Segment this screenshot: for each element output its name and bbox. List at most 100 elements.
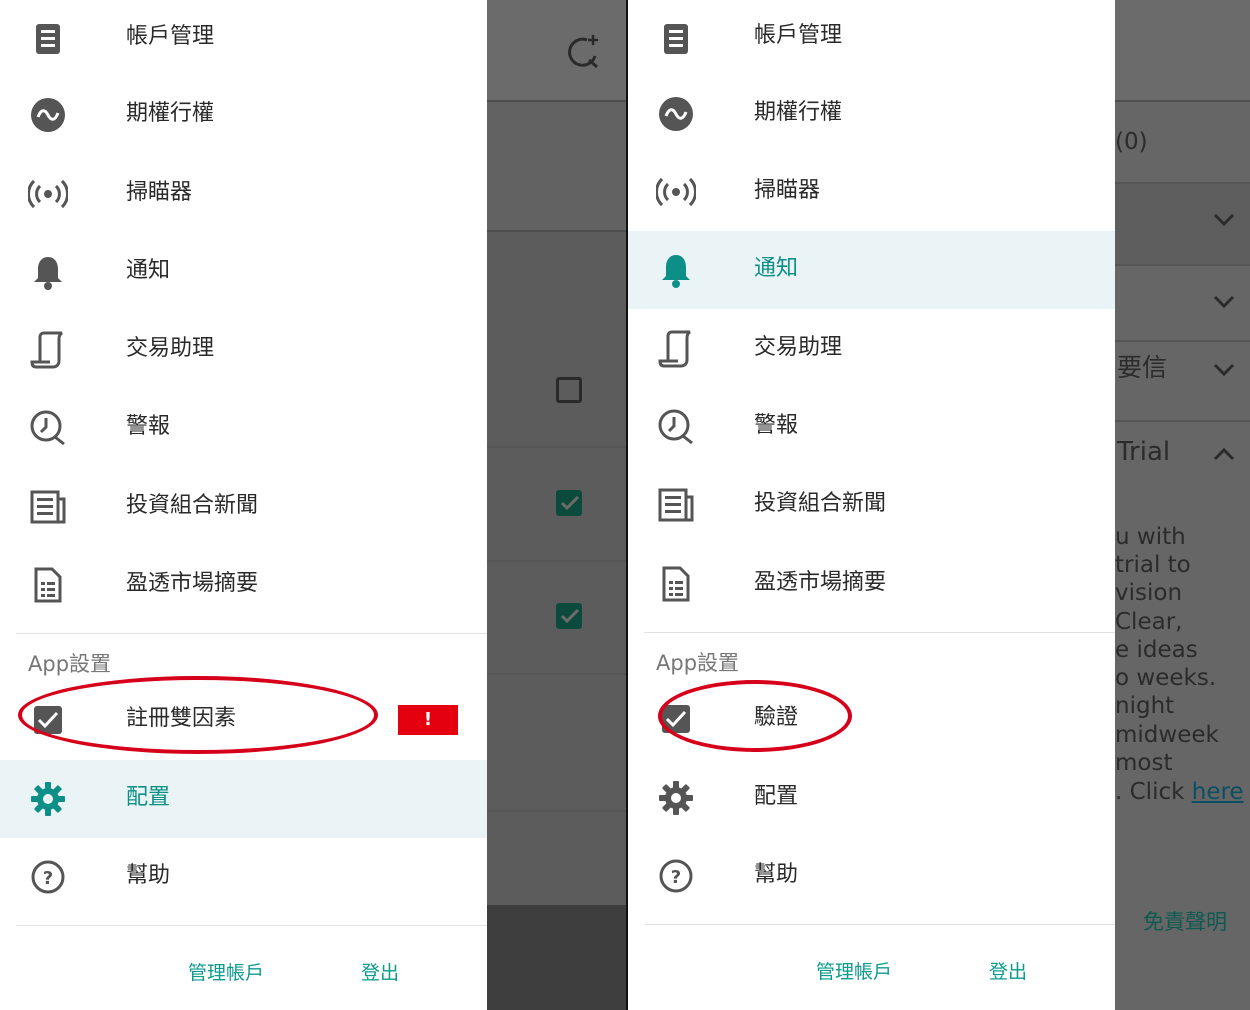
nav-label: 投資組合新聞 xyxy=(754,491,887,516)
wave-circle-icon xyxy=(28,95,68,135)
nav-label: 交易助理 xyxy=(754,335,843,360)
bg-trial-line: o weeks. xyxy=(1115,665,1217,691)
nav-item-trading-assistant[interactable]: 交易助理 xyxy=(628,310,1115,388)
nav-item-market-summary[interactable]: 盈透市場摘要 xyxy=(0,546,487,624)
document-list-icon xyxy=(656,19,696,59)
bg-trial-line: . Click xyxy=(1115,779,1192,805)
nav-label: 掃瞄器 xyxy=(126,180,193,205)
nav-item-portfolio-news[interactable]: 投資組合新聞 xyxy=(628,466,1115,544)
nav-label: 盈透市場摘要 xyxy=(754,570,887,595)
alert-badge: ! xyxy=(398,705,458,735)
bg-trial-line: trial to xyxy=(1115,552,1191,578)
wave-circle-icon xyxy=(656,94,696,134)
manage-account-link[interactable]: 管理帳戶 xyxy=(188,958,264,985)
chevron-down-icon[interactable] xyxy=(1213,362,1235,381)
help-circle-icon: ? xyxy=(656,856,696,896)
nav-label: 期權行權 xyxy=(754,100,843,125)
trial-here-link[interactable]: here xyxy=(1192,779,1244,805)
disclaimer-link[interactable]: 免責聲明 xyxy=(1143,908,1227,936)
right-screen: (0) 要信 Trial u with trial to vision Clea… xyxy=(628,0,1250,1010)
scroll-icon xyxy=(656,329,696,369)
nav-item-scanner[interactable]: 掃瞄器 xyxy=(628,153,1115,231)
nav-item-help[interactable]: ? 幫助 xyxy=(0,838,487,916)
svg-text:?: ? xyxy=(43,868,53,889)
gear-icon xyxy=(28,779,68,819)
nav-item-option-exercise[interactable]: 期權行權 xyxy=(628,75,1115,153)
checkbox-checked-icon xyxy=(656,699,696,739)
gear-icon xyxy=(656,778,696,818)
nav-drawer: 帳戶管理 期權行權 掃瞄器 通知 交易助理 警報 投資組合新聞 盈透市場摘要 A… xyxy=(628,0,1115,1010)
bg-trial-line: Clear, xyxy=(1115,609,1183,635)
nav-item-scanner[interactable]: 掃瞄器 xyxy=(0,155,487,233)
nav-label: 幫助 xyxy=(754,862,799,887)
nav-label: 盈透市場摘要 xyxy=(126,571,259,596)
bg-count: (0) xyxy=(1115,129,1148,155)
bg-checkbox-1 xyxy=(556,377,582,403)
logout-link[interactable]: 登出 xyxy=(361,958,399,985)
nav-label: 幫助 xyxy=(126,863,171,888)
report-icon xyxy=(28,565,68,605)
newspaper-icon xyxy=(28,487,68,527)
bg-trial-heading: Trial xyxy=(1117,437,1171,467)
nav-label: 配置 xyxy=(126,785,171,810)
alarm-icon xyxy=(28,408,68,448)
nav-item-alerts[interactable]: 警報 xyxy=(628,388,1115,466)
bg-trial-line-last: . Click here xyxy=(1115,778,1244,806)
nav-item-option-exercise[interactable]: 期權行權 xyxy=(0,76,487,154)
nav-item-notifications[interactable]: 通知 xyxy=(628,231,1115,309)
nav-item-trading-assistant[interactable]: 交易助理 xyxy=(0,311,487,389)
nav-item-portfolio-news[interactable]: 投資組合新聞 xyxy=(0,468,487,546)
nav-label: 投資組合新聞 xyxy=(126,493,259,518)
bg-trial-line: midweek xyxy=(1115,722,1219,748)
nav-label: 警報 xyxy=(126,414,171,439)
bg-app: (0) 要信 Trial u with trial to vision Clea… xyxy=(1115,0,1250,1010)
nav-item-account[interactable]: 帳戶管理 xyxy=(0,0,487,78)
nav-label: 帳戶管理 xyxy=(754,23,843,48)
checkbox-checked-icon xyxy=(28,700,68,740)
bell-icon xyxy=(656,250,696,290)
report-icon xyxy=(656,564,696,604)
chevron-up-icon[interactable] xyxy=(1213,446,1235,465)
alarm-icon xyxy=(656,407,696,447)
bg-trial-line: night xyxy=(1115,693,1175,719)
bg-trial-line: u with xyxy=(1115,524,1186,550)
bg-trial-line: e ideas xyxy=(1115,637,1198,663)
nav-label: 期權行權 xyxy=(126,101,215,126)
broadcast-icon xyxy=(28,174,68,214)
nav-label: 驗證 xyxy=(754,705,799,730)
nav-drawer: 帳戶管理 期權行權 掃瞄器 通知 交易助理 警報 投資組合新聞 盈透市場摘要 A… xyxy=(0,0,487,1010)
bg-checkbox-2 xyxy=(556,490,582,516)
document-list-icon xyxy=(28,19,68,59)
refresh-add-icon xyxy=(565,32,603,74)
nav-item-notifications[interactable]: 通知 xyxy=(0,233,487,311)
nav-label: 註冊雙因素 xyxy=(126,706,237,731)
chevron-down-icon[interactable] xyxy=(1213,212,1235,231)
nav-item-account[interactable]: 帳戶管理 xyxy=(628,0,1115,78)
manage-account-link[interactable]: 管理帳戶 xyxy=(816,957,892,984)
nav-label: 通知 xyxy=(754,256,799,281)
help-circle-icon: ? xyxy=(28,857,68,897)
nav-item-market-summary[interactable]: 盈透市場摘要 xyxy=(628,545,1115,623)
newspaper-icon xyxy=(656,485,696,525)
nav-item-configuration[interactable]: 配置 xyxy=(628,759,1115,837)
svg-text:?: ? xyxy=(671,867,681,888)
nav-label: 通知 xyxy=(126,258,171,283)
section-header-app-settings: App設置 xyxy=(28,652,112,676)
nav-label: 帳戶管理 xyxy=(126,24,215,49)
nav-label: 配置 xyxy=(754,784,799,809)
scroll-icon xyxy=(28,330,68,370)
nav-item-verification[interactable]: 驗證 xyxy=(628,680,1115,758)
chevron-down-icon[interactable] xyxy=(1213,294,1235,313)
bg-checkbox-3 xyxy=(556,603,582,629)
bg-trial-line: most xyxy=(1115,750,1173,776)
nav-item-help[interactable]: ? 幫助 xyxy=(628,837,1115,915)
bg-toolbar xyxy=(1115,0,1250,100)
nav-label: 交易助理 xyxy=(126,336,215,361)
nav-item-configuration[interactable]: 配置 xyxy=(0,760,487,838)
logout-link[interactable]: 登出 xyxy=(989,957,1027,984)
bg-row-text: 要信 xyxy=(1117,353,1168,382)
nav-label: 掃瞄器 xyxy=(754,178,821,203)
left-screen: 帳戶管理 期權行權 掃瞄器 通知 交易助理 警報 投資組合新聞 盈透市場摘要 A… xyxy=(0,0,626,1010)
broadcast-icon xyxy=(656,172,696,212)
nav-item-alerts[interactable]: 警報 xyxy=(0,389,487,467)
